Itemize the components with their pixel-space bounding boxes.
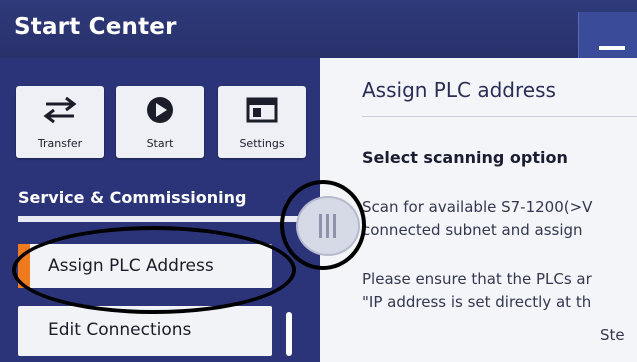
play-icon — [147, 97, 173, 123]
scan-text-line2: connected subnet and assign — [362, 221, 583, 239]
step-text-fragment: Ste — [600, 326, 625, 344]
transfer-label: Transfer — [37, 137, 83, 150]
info-text-line2: "IP address is set directly at th — [362, 293, 592, 311]
section-title: Service & Commissioning — [18, 188, 247, 207]
heading-divider — [362, 116, 637, 117]
scan-text-line1: Scan for available S7-1200(>V — [362, 198, 593, 216]
sidebar-item-label: Edit Connections — [48, 320, 192, 340]
sidebar-scrollbar[interactable] — [286, 312, 292, 356]
minimize-button[interactable] — [578, 12, 637, 58]
start-label: Start — [146, 137, 174, 150]
window-title: Start Center — [14, 14, 177, 40]
section-divider — [18, 216, 298, 222]
minimize-icon — [599, 46, 625, 50]
settings-panel-icon — [246, 97, 278, 123]
annotation-ellipse — [280, 180, 366, 270]
info-text-line1: Please ensure that the PLCs ar — [362, 270, 592, 288]
annotation-ellipse — [12, 226, 296, 314]
transfer-arrows-icon — [43, 96, 77, 124]
settings-button[interactable]: Settings — [218, 86, 306, 158]
settings-label: Settings — [239, 137, 285, 150]
title-bar: Start Center — [0, 0, 637, 58]
page-title: Assign PLC address — [362, 78, 556, 102]
section-subheading: Select scanning option — [362, 148, 568, 167]
transfer-button[interactable]: Transfer — [16, 86, 104, 158]
start-button[interactable]: Start — [116, 86, 204, 158]
content-panel: Assign PLC address Select scanning optio… — [320, 58, 637, 362]
